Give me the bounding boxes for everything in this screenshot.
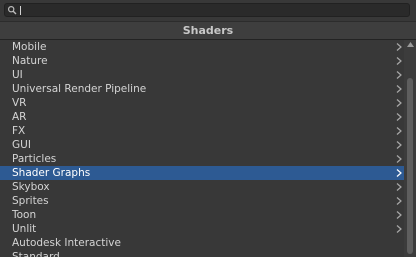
menu-item-label: Particles: [12, 153, 57, 165]
menu-item[interactable]: Particles: [0, 152, 404, 166]
menu-item-label: Standard: [12, 251, 60, 257]
chevron-right-icon: [396, 113, 402, 121]
menu-item[interactable]: Nature: [0, 54, 404, 68]
chevron-right-icon: [396, 57, 402, 65]
menu-item[interactable]: Universal Render Pipeline: [0, 82, 404, 96]
menu-item-label: Mobile: [12, 41, 47, 53]
menu-header-title: Shaders: [182, 24, 234, 37]
menu-item[interactable]: Sprites: [0, 194, 404, 208]
search-bar: [0, 0, 416, 21]
menu-item-label: VR: [12, 97, 27, 109]
vertical-scrollbar[interactable]: [404, 40, 416, 257]
menu-item-label: GUI: [12, 139, 31, 151]
menu-item-label: Autodesk Interactive: [12, 237, 121, 249]
chevron-right-icon: [396, 141, 402, 149]
chevron-right-icon: [396, 43, 402, 51]
menu-item-label: Universal Render Pipeline: [12, 83, 147, 95]
chevron-right-icon: [396, 127, 402, 135]
menu-header: Shaders: [0, 21, 416, 40]
chevron-right-icon: [396, 71, 402, 79]
text-caret: [20, 6, 21, 15]
menu-item[interactable]: FX: [0, 124, 404, 138]
chevron-right-icon: [396, 99, 402, 107]
menu-item-label: FX: [12, 125, 26, 137]
chevron-right-icon: [396, 183, 402, 191]
menu-item[interactable]: GUI: [0, 138, 404, 152]
menu-item[interactable]: AR: [0, 110, 404, 124]
chevron-right-icon: [396, 85, 402, 93]
menu-item-label: Nature: [12, 55, 48, 67]
search-icon: [7, 5, 17, 15]
menu-item[interactable]: Toon: [0, 208, 404, 222]
menu-item[interactable]: Unlit: [0, 222, 404, 236]
chevron-right-icon: [396, 211, 402, 219]
menu-item-label: Skybox: [12, 181, 50, 193]
menu-item-label: AR: [12, 111, 27, 123]
menu-item-label: Shader Graphs: [12, 167, 91, 179]
chevron-right-icon: [396, 155, 402, 163]
menu-item[interactable]: Autodesk Interactive: [0, 236, 404, 250]
menu-item[interactable]: Skybox: [0, 180, 404, 194]
search-input[interactable]: [4, 3, 410, 17]
scrollbar-thumb[interactable]: [407, 78, 413, 254]
shader-list: Mobile Nature UI Universal Render Pipeline V…: [0, 40, 404, 257]
chevron-right-icon: [396, 225, 402, 233]
shader-dropdown-panel: Shaders Mobile Nature UI Universal Render P…: [0, 0, 416, 257]
menu-item-label: Unlit: [12, 223, 37, 235]
scroll-up-arrow-icon[interactable]: [407, 42, 414, 47]
menu-item[interactable]: VR: [0, 96, 404, 110]
menu-item[interactable]: Mobile: [0, 40, 404, 54]
menu-item-label: Toon: [12, 209, 37, 221]
chevron-right-icon: [396, 169, 402, 177]
menu-item[interactable]: Shader Graphs: [0, 166, 404, 180]
menu-item[interactable]: UI: [0, 68, 404, 82]
menu-item[interactable]: Standard: [0, 250, 404, 257]
menu-item-label: Sprites: [12, 195, 49, 207]
chevron-right-icon: [396, 197, 402, 205]
menu-item-label: UI: [12, 69, 23, 81]
